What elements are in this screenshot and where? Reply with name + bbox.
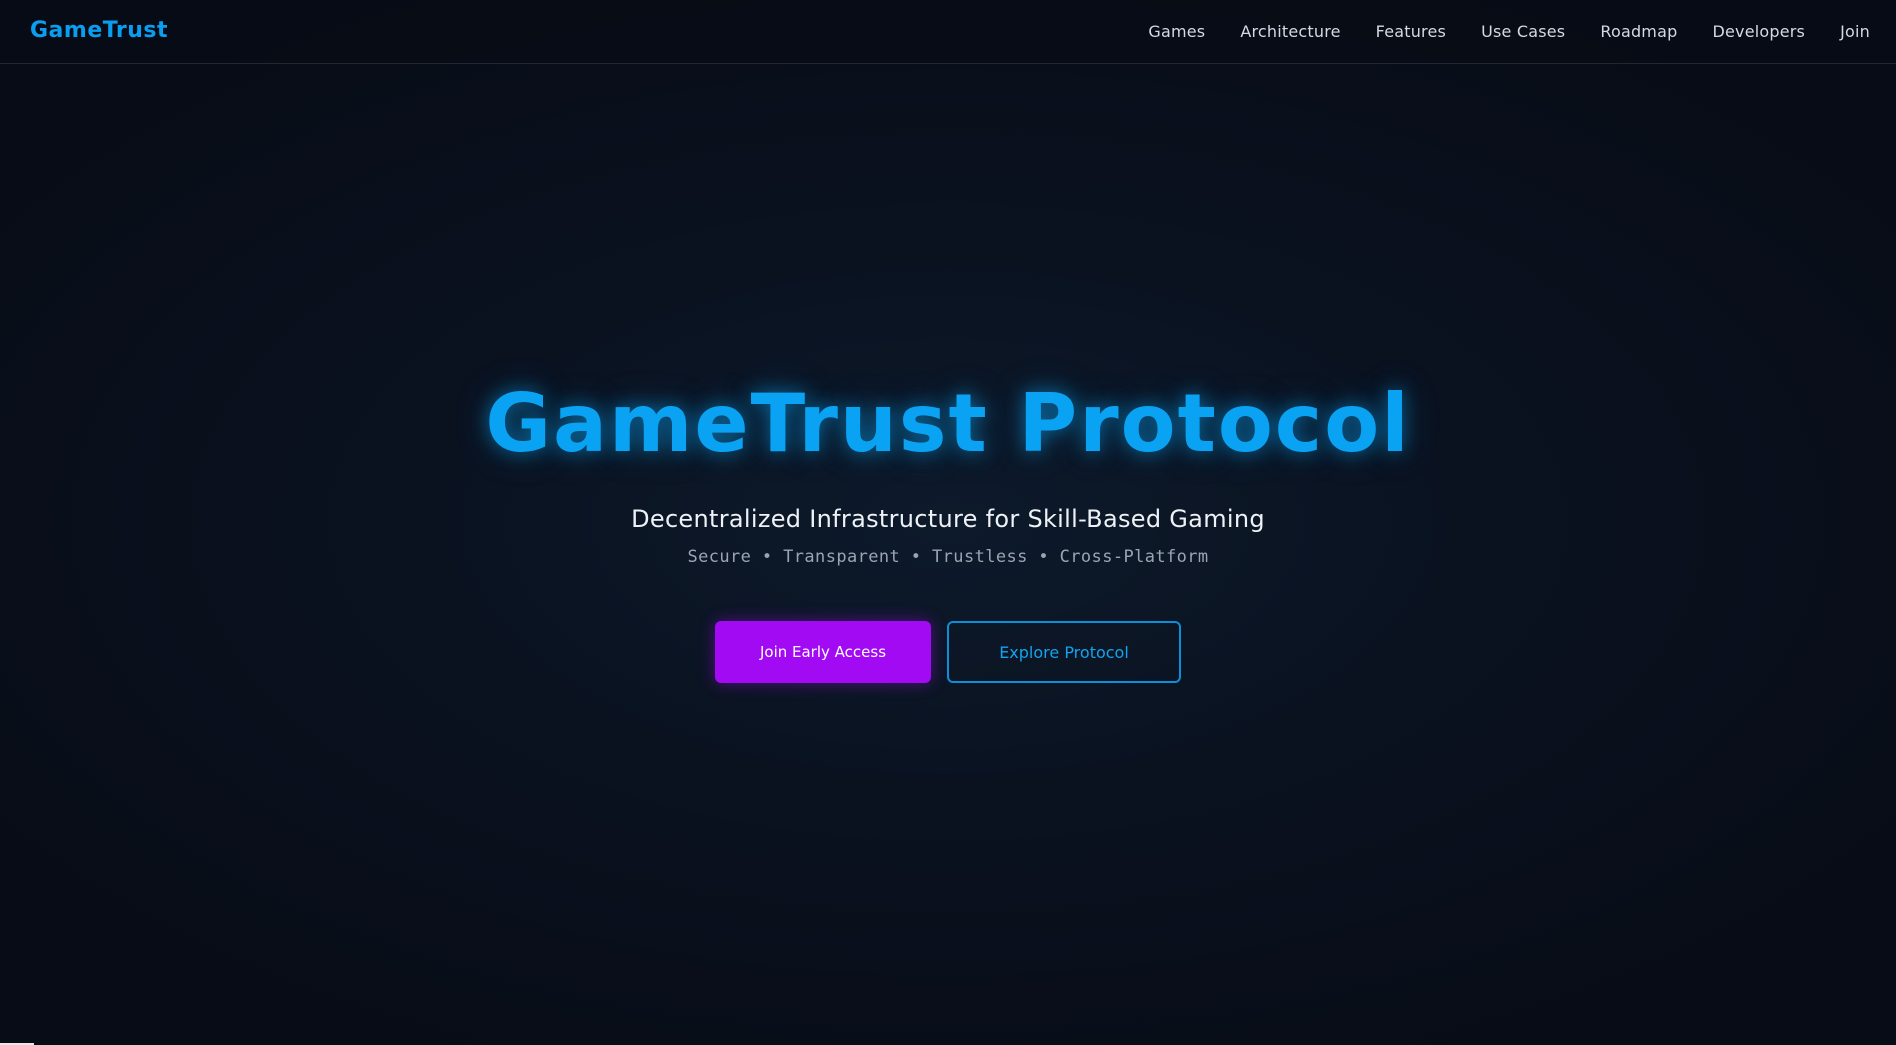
nav-link-roadmap[interactable]: Roadmap — [1600, 22, 1677, 41]
main-nav: Games Architecture Features Use Cases Ro… — [1148, 0, 1870, 62]
hero-title: GameTrust Protocol — [485, 377, 1411, 470]
nav-link-join[interactable]: Join — [1840, 22, 1870, 41]
hero-subtitle: Decentralized Infrastructure for Skill-B… — [631, 505, 1265, 533]
nav-link-games[interactable]: Games — [1148, 22, 1205, 41]
hero-tagline: Secure • Transparent • Trustless • Cross… — [687, 547, 1209, 567]
nav-link-architecture[interactable]: Architecture — [1240, 22, 1340, 41]
top-navigation-bar: GameTrust Games Architecture Features Us… — [0, 0, 1896, 64]
gametrust-logo[interactable]: GameTrust — [30, 16, 168, 46]
explore-protocol-button[interactable]: Explore Protocol — [947, 621, 1181, 683]
page: GameTrust Games Architecture Features Us… — [0, 0, 1896, 1045]
cta-button-group: Join Early Access Explore Protocol — [0, 621, 1896, 683]
join-early-access-button[interactable]: Join Early Access — [715, 621, 931, 683]
nav-link-developers[interactable]: Developers — [1712, 22, 1805, 41]
nav-link-use-cases[interactable]: Use Cases — [1481, 22, 1565, 41]
nav-link-features[interactable]: Features — [1376, 22, 1446, 41]
hero-section: GameTrust Protocol Decentralized Infrast… — [0, 64, 1896, 1045]
